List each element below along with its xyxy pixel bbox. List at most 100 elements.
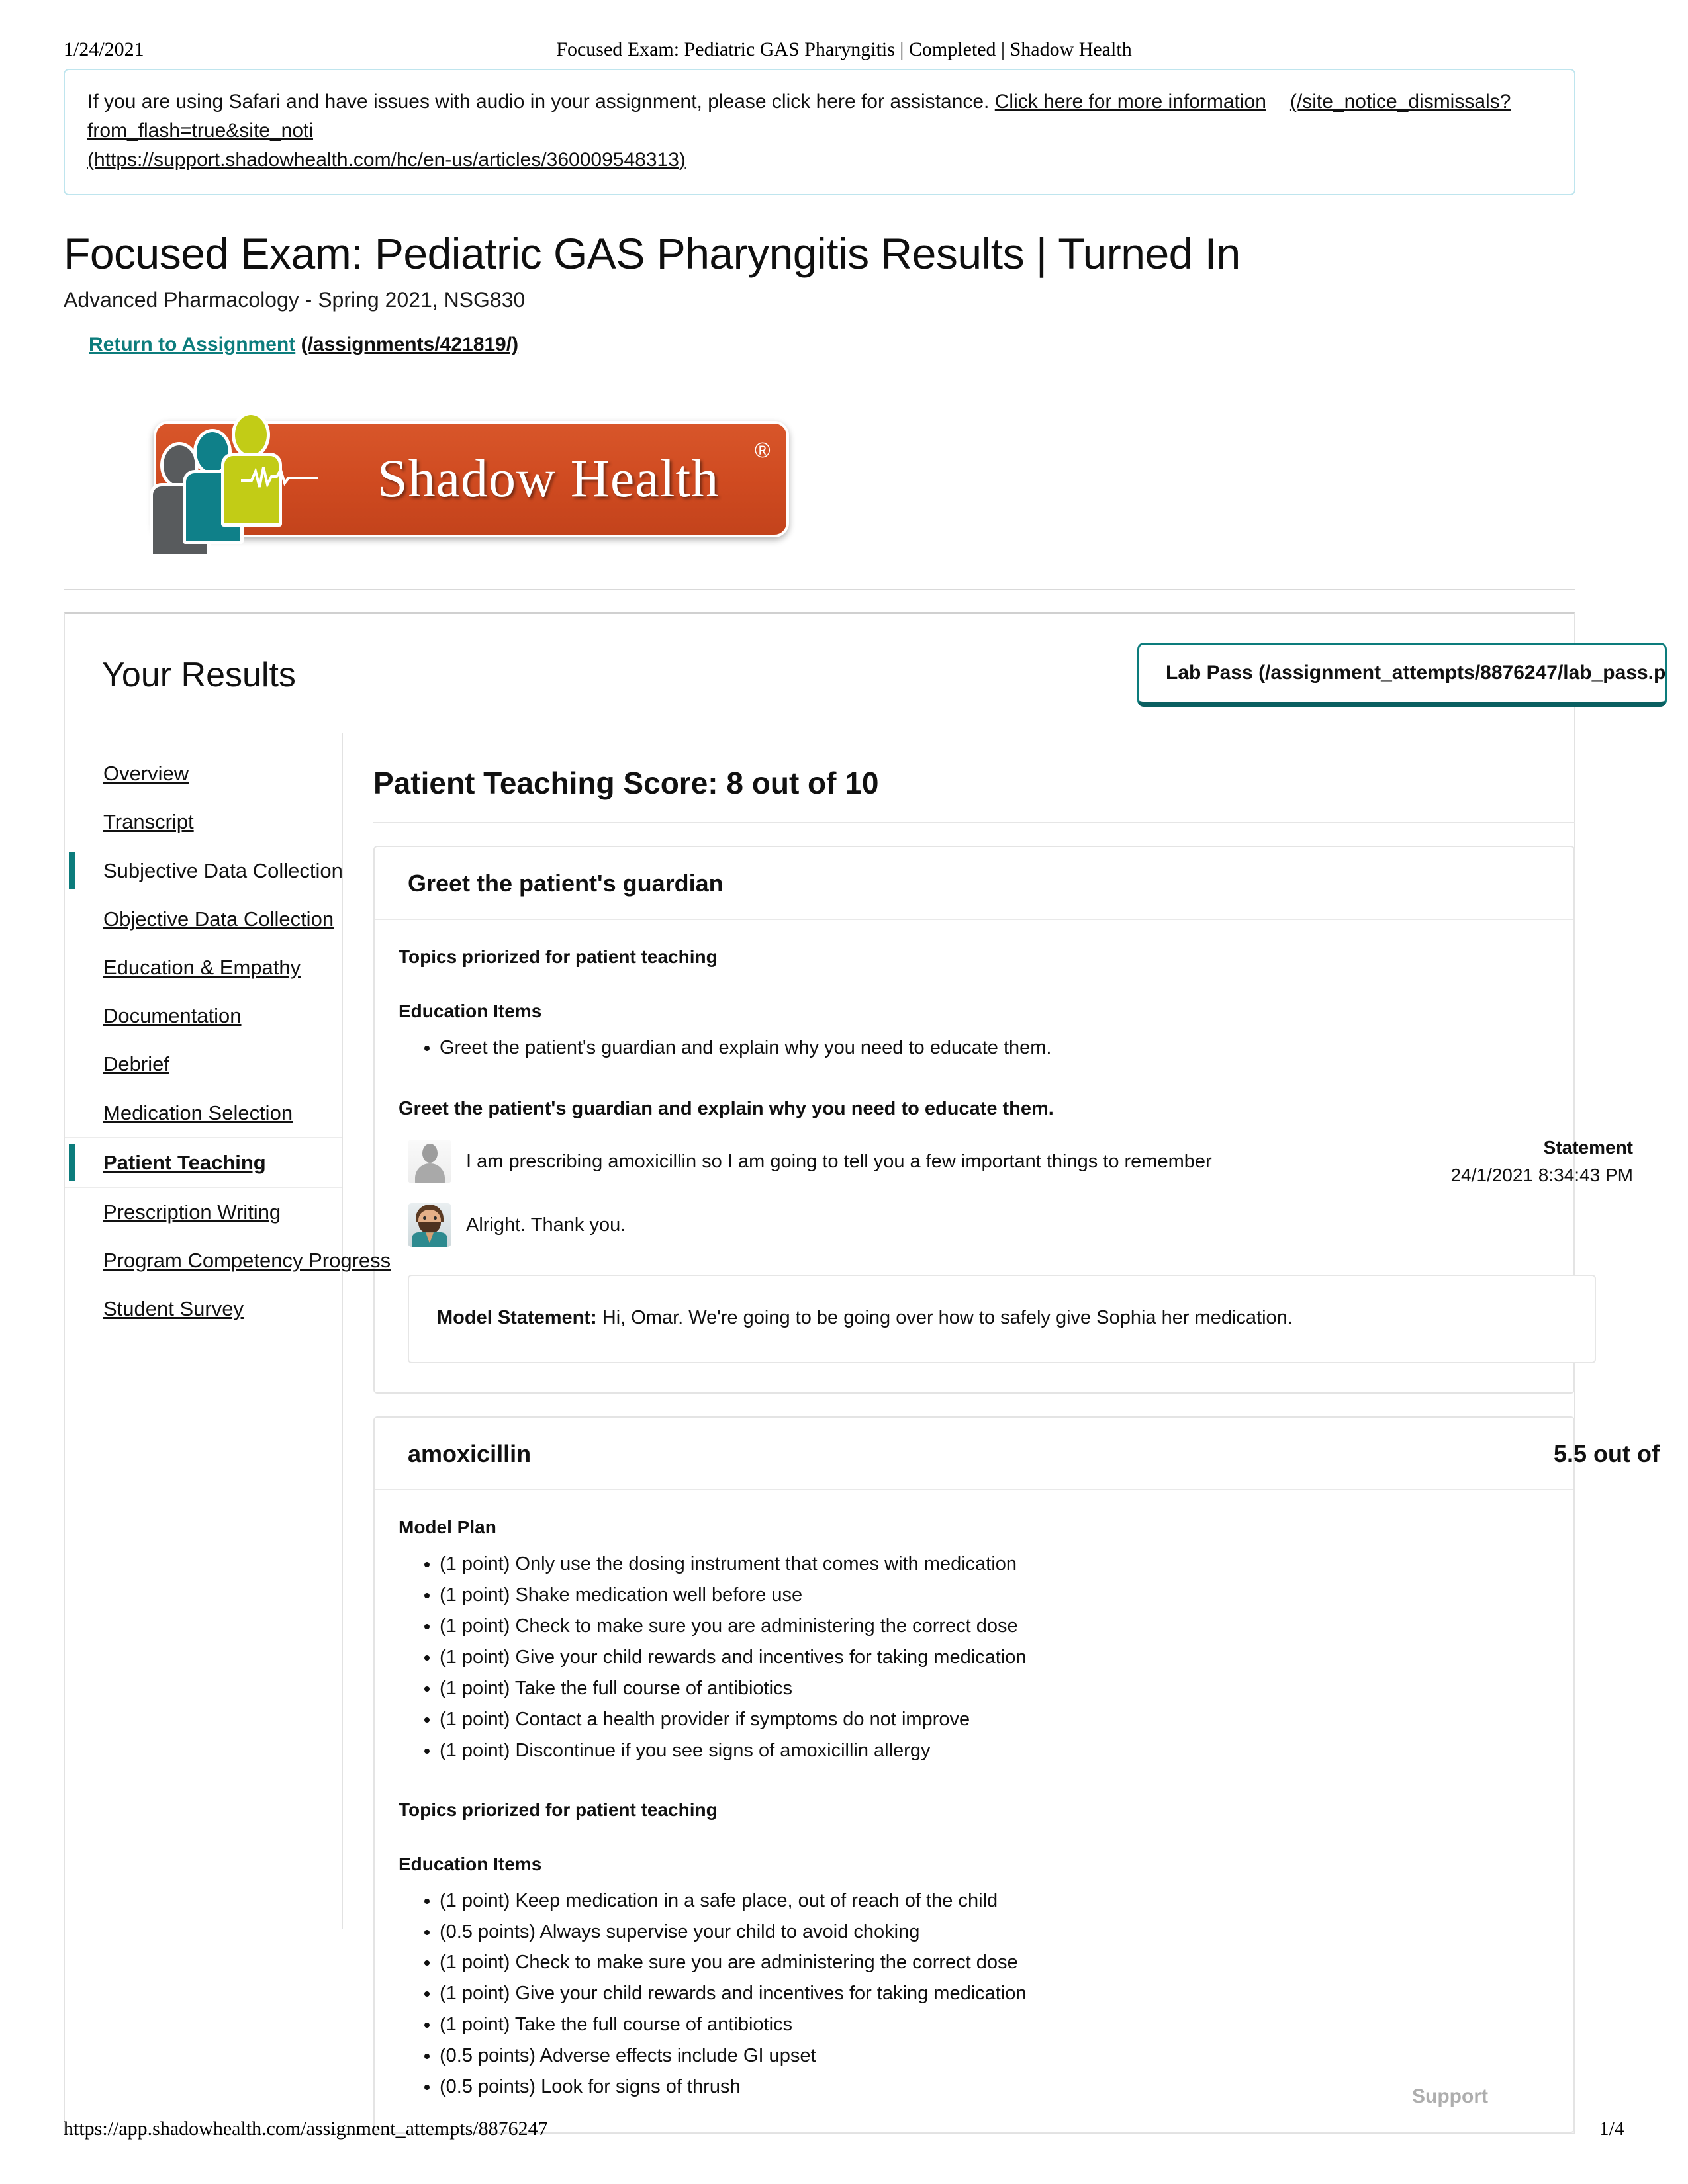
print-header-title: Focused Exam: Pediatric GAS Pharyngitis … [556, 38, 1132, 60]
return-to-assignment-url[interactable]: (/assignments/421819/) [301, 334, 519, 355]
list-item: (0.5 points) Look for signs of thrush [440, 2071, 1573, 2103]
card-greet-body: Topics priorized for patient teaching Ed… [375, 920, 1633, 1392]
list-item: (0.5 points) Adverse effects include GI … [440, 2040, 1573, 2071]
sidebar-item-patient-teaching[interactable]: Patient Teaching [65, 1136, 342, 1188]
sidebar-item-label: Debrief [103, 1052, 169, 1076]
list-item: (1 point) Check to make sure you are adm… [440, 1947, 1573, 1978]
statement-meta: Statement 24/1/2021 8:34:43 PM [1450, 1137, 1633, 1186]
sidebar-item-education-and-empathy[interactable]: Education & Empathy [65, 943, 342, 991]
card-greet-title: Greet the patient's guardian [408, 870, 724, 897]
guardian-avatar-icon [408, 1203, 451, 1248]
card-greet-header: Greet the patient's guardian [375, 847, 1573, 921]
card-greet-guardian: Greet the patient's guardian Topics prio… [373, 846, 1633, 1394]
list-item: (1 point) Take the full course of antibi… [440, 2009, 1573, 2040]
sidebar-item-label: Objective Data Collection [103, 907, 334, 931]
return-to-assignment[interactable]: Return to Assignment (/assignments/42181… [89, 334, 1624, 356]
sidebar-item-label: Patient Teaching [103, 1150, 266, 1174]
support-label[interactable]: Support [1412, 2085, 1488, 2108]
sidebar-item-debrief[interactable]: Debrief [65, 1040, 342, 1088]
student-statement-text: I am prescribing amoxicillin so I am goi… [466, 1151, 1212, 1173]
course-subtitle: Advanced Pharmacology - Spring 2021, NSG… [64, 288, 526, 312]
print-footer-url: https://app.shadowhealth.com/assignment_… [64, 2118, 548, 2140]
sidebar-item-label: Education & Empathy [103, 956, 301, 979]
sidebar-item-label: Prescription Writing [103, 1200, 281, 1224]
education-items-list: (1 point) Keep medication in a safe plac… [399, 1886, 1573, 2103]
sidebar-item-overview[interactable]: Overview [65, 749, 342, 797]
sidebar-item-objective-data-collection[interactable]: Objective Data Collection [65, 895, 342, 943]
print-header: 1/24/2021 Focused Exam: Pediatric GAS Ph… [0, 38, 1688, 68]
results-sidebar: Overview Transcript Subjective Data Coll… [65, 733, 391, 1929]
card-amoxicillin-title: amoxicillin [408, 1439, 532, 1467]
sidebar-item-label: Subjective Data Collection [103, 858, 343, 882]
list-item: (1 point) Contact a health provider if s… [440, 1704, 1573, 1735]
page-title: Focused Exam: Pediatric GAS Pharyngitis … [64, 229, 1241, 279]
list-item: (1 point) Check to make sure you are adm… [440, 1611, 1573, 1642]
heartbeat-icon [241, 467, 318, 489]
print-footer-page: 1/4 [1599, 2118, 1624, 2140]
sidebar-item-subjective-data-collection[interactable]: Subjective Data Collection [65, 846, 343, 895]
sidebar-item-label: Documentation [103, 1004, 242, 1028]
list-item: Greet the patient's guardian and explain… [440, 1032, 1573, 1064]
list-item: (1 point) Take the full course of antibi… [440, 1673, 1573, 1704]
sidebar-item-label: Overview [103, 762, 189, 786]
list-item: (1 point) Keep medication in a safe plac… [440, 1886, 1573, 1917]
list-item: (1 point) Give your child rewards and in… [440, 1642, 1573, 1673]
section-divider [64, 589, 1575, 591]
card-amoxicillin-header: amoxicillin 5.5 out of [375, 1418, 1660, 1490]
list-item: (0.5 points) Always supervise your child… [440, 1917, 1573, 1948]
sidebar-item-prescription-writing[interactable]: Prescription Writing [65, 1188, 342, 1236]
notice-help-url[interactable]: (https://support.shadowhealth.com/hc/en-… [87, 149, 686, 171]
score-divider [373, 822, 1575, 824]
lab-pass-button[interactable]: Lab Pass (/assignment_attempts/8876247/l… [1137, 643, 1667, 707]
statement-timestamp: 24/1/2021 8:34:43 PM [1450, 1165, 1633, 1186]
card-amoxicillin-body: Model Plan (1 point) Only use the dosing… [375, 1490, 1573, 2132]
list-item: (1 point) Discontinue if you see signs o… [440, 1735, 1573, 1766]
patient-teaching-score-heading: Patient Teaching Score: 8 out of 10 [373, 766, 879, 801]
results-panel-body: Overview Transcript Subjective Data Coll… [65, 733, 1660, 2134]
sidebar-item-label: Medication Selection [103, 1101, 293, 1124]
list-item: (1 point) Only use the dosing instrument… [440, 1549, 1573, 1580]
page-content: If you are using Safari and have issues … [64, 69, 1667, 2135]
statement-kind-badge: Statement [1543, 1137, 1633, 1158]
sidebar-item-label: Transcript [103, 810, 194, 834]
results-panel-title: Your Results [102, 655, 296, 694]
sidebar-item-transcript[interactable]: Transcript [65, 797, 342, 846]
topics-prioritized-label: Topics priorized for patient teaching [399, 946, 718, 968]
chat-row-guardian: Alright. Thank you. [408, 1199, 1573, 1248]
shadow-health-logo: Shadow Health x ® [142, 390, 825, 558]
guardian-reply-text: Alright. Thank you. [466, 1214, 626, 1236]
card-amoxicillin-score: 5.5 out of [1554, 1439, 1660, 1467]
list-item: (1 point) Give your child rewards and in… [440, 1978, 1573, 2009]
safari-audio-notice: If you are using Safari and have issues … [64, 69, 1575, 196]
print-footer: https://app.shadowhealth.com/assignment_… [0, 2118, 1688, 2147]
student-avatar-icon [408, 1140, 451, 1184]
education-items-label: Education Items [399, 1853, 542, 1874]
education-items-label: Education Items [399, 1001, 542, 1022]
sidebar-item-medication-selection[interactable]: Medication Selection [65, 1089, 342, 1137]
logo-rx-mark: x [812, 500, 825, 530]
model-plan-list: (1 point) Only use the dosing instrument… [399, 1549, 1573, 1766]
teaching-question-label: Greet the patient's guardian and explain… [399, 1098, 1054, 1120]
logo-registered-icon: ® [755, 438, 771, 463]
education-items-list: Greet the patient's guardian and explain… [399, 1032, 1573, 1064]
list-item: (1 point) Shake medication well before u… [440, 1580, 1573, 1611]
model-statement-text: Hi, Omar. We're going to be going over h… [602, 1307, 1293, 1329]
results-panel-header: Your Results Lab Pass (/assignment_attem… [65, 614, 1667, 733]
notice-text: If you are using Safari and have issues … [87, 91, 990, 113]
model-plan-label: Model Plan [399, 1516, 496, 1537]
sidebar-item-label: Student Survey [103, 1297, 244, 1321]
model-statement-label: Model Statement: [437, 1307, 597, 1329]
results-panel: Your Results Lab Pass (/assignment_attem… [64, 612, 1667, 2135]
sidebar-item-program-competency-progress[interactable]: Program Competency Progress [65, 1236, 391, 1285]
sidebar-item-documentation[interactable]: Documentation [65, 991, 342, 1040]
chat-row-student: I am prescribing amoxicillin so I am goi… [408, 1136, 1633, 1185]
model-statement-box: Model Statement: Hi, Omar. We're going t… [408, 1275, 1596, 1363]
card-amoxicillin: amoxicillin 5.5 out of Model Plan (1 poi… [373, 1416, 1660, 2134]
return-to-assignment-link[interactable]: Return to Assignment [89, 334, 295, 355]
sidebar-item-label: Program Competency Progress [103, 1249, 391, 1273]
notice-help-link[interactable]: Click here for more information [995, 91, 1266, 113]
logo-wordmark: Shadow Health [377, 448, 720, 509]
sidebar-item-student-survey[interactable]: Student Survey [65, 1285, 342, 1333]
topics-prioritized-label: Topics priorized for patient teaching [399, 1799, 718, 1820]
results-main-column: Patient Teaching Score: 8 out of 10 Gree… [343, 733, 1660, 2134]
